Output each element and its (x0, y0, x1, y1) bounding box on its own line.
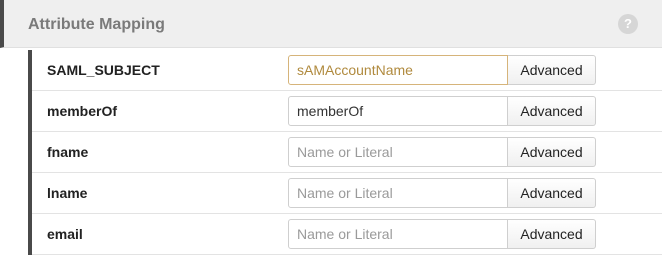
attribute-value-input[interactable] (288, 137, 508, 167)
attribute-rows: SAML_SUBJECT Advanced memberOf Advanced … (28, 50, 662, 255)
attribute-row-email: email Advanced (32, 214, 662, 255)
attribute-row-fname: fname Advanced (32, 132, 662, 173)
attribute-value-input[interactable] (288, 96, 508, 126)
advanced-button[interactable]: Advanced (508, 55, 596, 85)
advanced-button[interactable]: Advanced (508, 178, 596, 208)
attribute-label: memberOf (47, 103, 118, 119)
attribute-value-input[interactable] (288, 55, 508, 85)
attribute-row-saml-subject: SAML_SUBJECT Advanced (32, 50, 662, 91)
attribute-row-lname: lname Advanced (32, 173, 662, 214)
attribute-mapping-panel: Attribute Mapping ? SAML_SUBJECT Advance… (0, 0, 666, 257)
advanced-button[interactable]: Advanced (508, 137, 596, 167)
panel-title: Attribute Mapping (28, 16, 165, 33)
advanced-button[interactable]: Advanced (508, 219, 596, 249)
help-icon[interactable]: ? (618, 14, 638, 34)
panel-header: Attribute Mapping ? (0, 0, 662, 48)
attribute-label: fname (47, 144, 89, 160)
attribute-row-memberof: memberOf Advanced (32, 91, 662, 132)
advanced-button[interactable]: Advanced (508, 96, 596, 126)
attribute-label: lname (47, 185, 88, 201)
attribute-value-input[interactable] (288, 219, 508, 249)
attribute-value-input[interactable] (288, 178, 508, 208)
attribute-label: SAML_SUBJECT (47, 62, 160, 78)
attribute-label: email (47, 226, 83, 242)
